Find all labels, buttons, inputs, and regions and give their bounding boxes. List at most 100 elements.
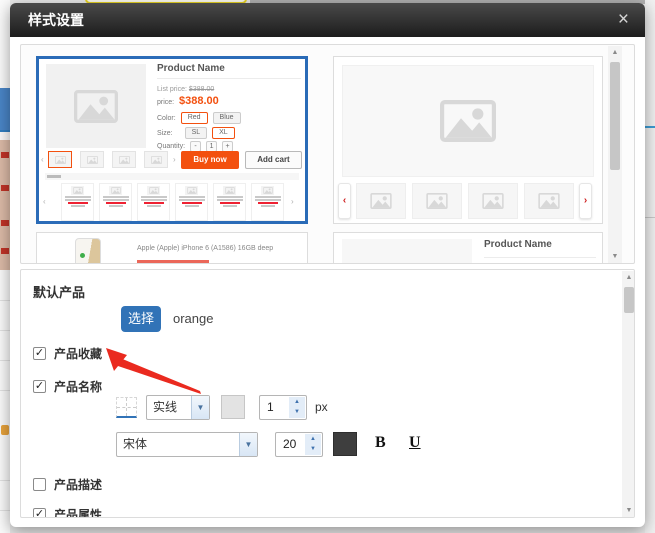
- scroll-down-icon[interactable]: ▼: [608, 250, 622, 264]
- preview-scrollbar[interactable]: ▲ ▼: [608, 46, 622, 264]
- checkbox-row-product-description[interactable]: 产品描述: [33, 476, 102, 493]
- scroll-down-icon[interactable]: ▼: [622, 504, 635, 518]
- preview-price: $388.00: [179, 95, 219, 107]
- bold-button[interactable]: B: [375, 434, 386, 452]
- gallery-thumbnail: [412, 183, 462, 219]
- main-image-placeholder: [46, 64, 146, 148]
- check-icon: ✓: [35, 508, 44, 518]
- color-option-red: Red: [181, 112, 208, 124]
- checkbox[interactable]: ✓: [33, 347, 46, 360]
- gallery-thumbnail: [468, 183, 518, 219]
- checkbox-row-product-favorite[interactable]: ✓ 产品收藏: [33, 345, 102, 362]
- template-card-product-detail-2[interactable]: Product Name List price: $388.00: [333, 232, 603, 264]
- scrollbar-thumb[interactable]: [624, 287, 634, 313]
- phone-price-bar: [137, 260, 209, 264]
- image-placeholder-icon: [74, 90, 118, 123]
- buy-now-button: Buy now: [181, 151, 239, 169]
- prev-icon: ‹: [343, 195, 346, 206]
- related-product-card: [175, 183, 208, 221]
- checkbox[interactable]: ✓: [33, 508, 46, 518]
- background-page-left-strip: [0, 0, 10, 533]
- template-card-product-detail-selected[interactable]: Product Name List price: $388.00 price: …: [36, 56, 308, 224]
- preview-price-label: price:: [157, 99, 174, 106]
- preview-size-row: Size: SL XL: [157, 127, 235, 139]
- settings-form-panel: 默认产品 选择 orange ✓ 产品收藏 ✓ 产品名称 实线 ▼ 1 ▲: [20, 269, 635, 518]
- border-color-swatch[interactable]: [221, 395, 245, 419]
- spinner[interactable]: ▲ ▼: [289, 397, 305, 418]
- color-option-blue: Blue: [213, 112, 241, 124]
- spinner-down-icon[interactable]: ▼: [305, 444, 321, 454]
- style-settings-dialog: 样式设置 × Product Name List price: $388.00 …: [10, 3, 645, 527]
- border-side-picker[interactable]: [116, 397, 137, 418]
- phone-title: Apple (Apple) iPhone 6 (A1586) 16GB deep: [137, 245, 273, 252]
- next-icon: ›: [584, 195, 587, 206]
- size-option-sl: SL: [185, 127, 208, 139]
- check-icon: ✓: [35, 380, 44, 392]
- template-card-gallery[interactable]: ‹ ›: [333, 56, 603, 224]
- thumbs-next-icon: ›: [173, 155, 176, 164]
- chevron-down-icon[interactable]: ▼: [191, 396, 209, 419]
- check-icon: ✓: [35, 347, 44, 359]
- phone-image: [75, 238, 101, 264]
- add-cart-button: Add cart: [245, 151, 302, 169]
- spinner-up-icon[interactable]: ▲: [289, 397, 305, 407]
- selected-product-value: orange: [173, 311, 213, 326]
- gallery-prev-button: ‹: [338, 183, 351, 219]
- checkbox-row-product-name[interactable]: ✓ 产品名称: [33, 378, 102, 395]
- background-blue-rule: [645, 126, 655, 128]
- default-product-label: 默认产品: [33, 282, 85, 301]
- gallery-image-placeholder: [342, 65, 594, 177]
- background-banner: [0, 88, 10, 132]
- thumbnail: [80, 151, 104, 168]
- scroll-up-icon[interactable]: ▲: [608, 46, 622, 60]
- spinner[interactable]: ▲ ▼: [305, 434, 321, 455]
- gallery-thumbnail: [356, 183, 406, 219]
- font-color-swatch[interactable]: [333, 432, 357, 456]
- image-placeholder: [342, 239, 472, 264]
- chevron-down-icon[interactable]: ▼: [239, 433, 257, 456]
- form-scrollbar[interactable]: ▲ ▼: [622, 271, 635, 518]
- dialog-header[interactable]: 样式设置 ×: [10, 3, 645, 37]
- px-unit-label: px: [315, 400, 328, 414]
- related-product-card: [251, 183, 284, 221]
- checkbox[interactable]: [33, 478, 46, 491]
- preview-product-name: Product Name: [157, 63, 225, 74]
- font-family-dropdown[interactable]: 宋体 ▼: [116, 432, 258, 457]
- scrollbar-thumb[interactable]: [610, 62, 620, 170]
- image-placeholder-icon: [440, 100, 496, 142]
- checkbox-row-product-attributes[interactable]: ✓ 产品属性: [33, 506, 102, 518]
- thumbnail: [112, 151, 136, 168]
- preview-list-price: List price: $388.00: [157, 86, 214, 93]
- related-product-card: [137, 183, 170, 221]
- gallery-next-button: ›: [579, 183, 592, 219]
- background-gray-rule: [645, 217, 655, 218]
- template-preview-panel: Product Name List price: $388.00 price: …: [20, 44, 635, 264]
- preview-product-name: Product Name: [484, 239, 552, 250]
- related-next-icon: ›: [291, 197, 294, 206]
- screen: 样式设置 × Product Name List price: $388.00 …: [0, 0, 655, 533]
- background-promo-image: [0, 140, 10, 270]
- related-product-card: [213, 183, 246, 221]
- scroll-up-icon[interactable]: ▲: [622, 271, 635, 285]
- select-product-button[interactable]: 选择: [121, 306, 161, 332]
- border-style-dropdown[interactable]: 实线 ▼: [146, 395, 210, 420]
- thumbs-prev-icon: ‹: [41, 155, 44, 164]
- related-product-card: [61, 183, 94, 221]
- template-card-phone[interactable]: Apple (Apple) iPhone 6 (A1586) 16GB deep: [36, 232, 308, 264]
- font-size-input[interactable]: 20 ▲ ▼: [275, 432, 323, 457]
- underline-button[interactable]: U: [409, 434, 421, 452]
- gallery-thumbnail: [524, 183, 574, 219]
- related-prev-icon: ‹: [43, 197, 46, 206]
- border-width-input[interactable]: 1 ▲ ▼: [259, 395, 307, 420]
- dialog-title: 样式设置: [28, 3, 84, 37]
- background-icon: [1, 425, 9, 435]
- preview-color-row: Color: Red Blue: [157, 112, 241, 124]
- spinner-up-icon[interactable]: ▲: [305, 434, 321, 444]
- close-icon[interactable]: ×: [618, 8, 629, 32]
- thumbnail: [144, 151, 168, 168]
- size-option-xl: XL: [212, 127, 235, 139]
- checkbox[interactable]: ✓: [33, 380, 46, 393]
- spinner-down-icon[interactable]: ▼: [289, 407, 305, 417]
- related-product-card: [99, 183, 132, 221]
- related-section-header: [45, 173, 299, 180]
